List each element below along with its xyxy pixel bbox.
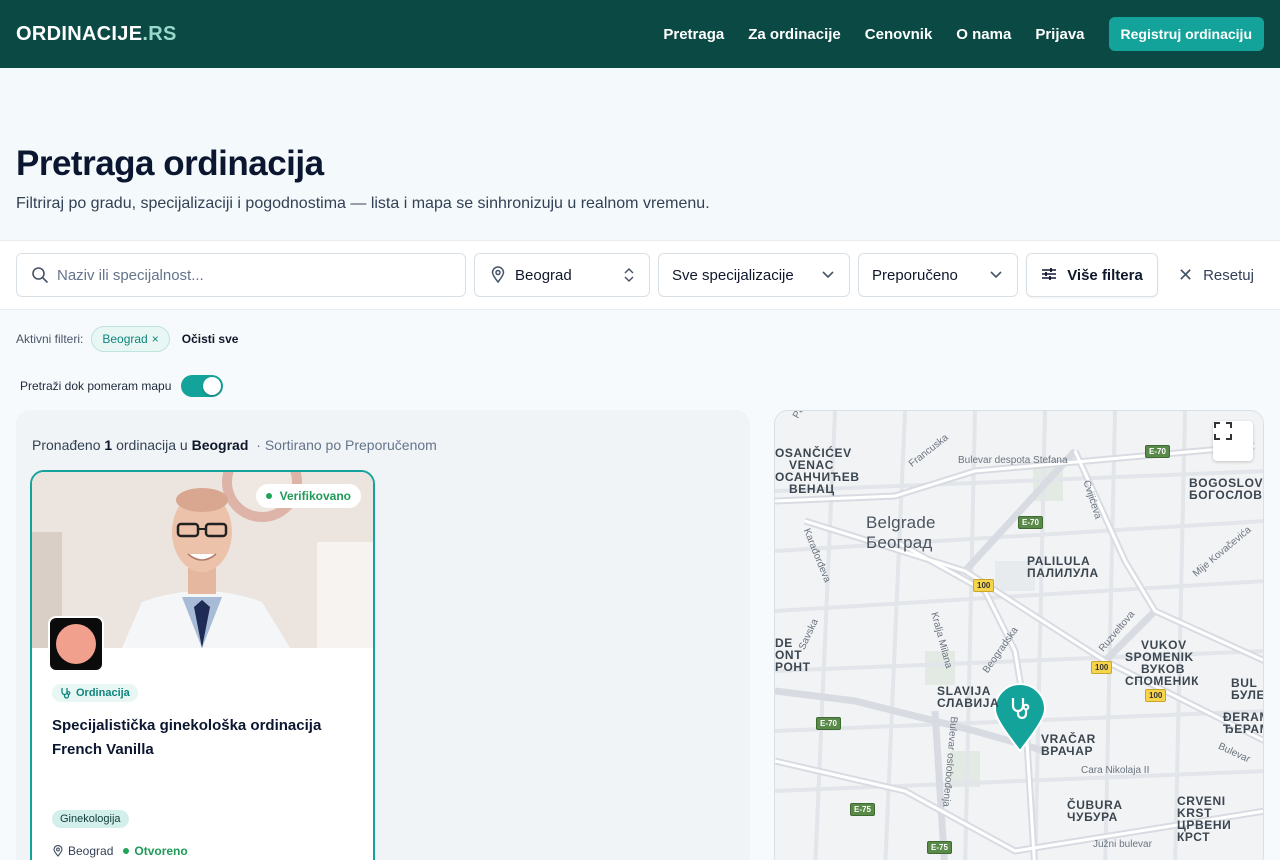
road-shield: E-75 — [927, 841, 952, 854]
clinic-logo — [48, 616, 104, 672]
sort-value: Preporučeno — [872, 266, 958, 284]
road-shield: E-75 — [850, 803, 875, 816]
toggle-knob — [203, 377, 222, 395]
status-dot-icon — [265, 493, 272, 499]
active-filters: Aktivni filteri: Beograd × Očisti sve — [16, 326, 238, 352]
map-label-kosancicev: OSANČIĆEV VENAC ОСАНЧИЋЕВ ВЕНАЦ — [775, 446, 860, 496]
verified-label: Verifikovano — [279, 489, 351, 503]
close-icon: ✕ — [1178, 265, 1194, 285]
map-label-slavija: SLAVIJA СЛАВИЈА — [937, 684, 1000, 710]
search-input[interactable]: Naziv ili specijalnost... — [16, 253, 466, 297]
hero-section: Pretraga ordinacija Filtriraj po gradu, … — [0, 68, 1280, 240]
page-subtitle: Filtriraj po gradu, specijalizaciji i po… — [16, 195, 710, 212]
map-label-bogoslovija: BOGOSLOVIJAБОГОСЛОВИЈ — [1189, 476, 1264, 502]
reset-label: Resetuj — [1203, 267, 1254, 284]
location-pin-icon — [489, 266, 507, 284]
main-nav: Pretraga Za ordinacije Cenovnik O nama P… — [639, 17, 1264, 51]
chip-remove-icon[interactable]: × — [152, 332, 159, 346]
clinic-card[interactable]: Verifikovano Ordinacija Specijalistička … — [30, 470, 375, 860]
road-shield: E-70 — [1018, 516, 1043, 529]
nav-za-ordinacije[interactable]: Za ordinacije — [748, 26, 841, 43]
clinic-logo-image — [56, 624, 96, 664]
more-filters-label: Više filtera — [1067, 266, 1143, 284]
filter-chip-city[interactable]: Beograd × — [91, 326, 170, 352]
stethoscope-icon — [60, 687, 72, 699]
map-label-palilula: PALILULA ПАЛИЛУЛА — [1027, 554, 1099, 580]
road-shield: 100 — [1145, 689, 1167, 702]
city-value: Beograd — [515, 266, 572, 284]
search-placeholder: Naziv ili specijalnost... — [57, 266, 204, 284]
nav-prijava[interactable]: Prijava — [1035, 26, 1084, 43]
clinic-type-tag: Ordinacija — [52, 684, 138, 702]
sliders-icon — [1041, 266, 1059, 284]
map-search-toggle[interactable] — [181, 375, 224, 397]
open-status-label: Otvoreno — [134, 844, 188, 858]
map-search-toggle-label: Pretraži dok pomeram mapu — [20, 379, 172, 393]
open-status: Otvoreno — [123, 844, 188, 858]
pin-icon — [52, 845, 64, 857]
site-logo[interactable]: ORDINACIJE.RS — [16, 23, 177, 46]
clinic-type-label: Ordinacija — [76, 687, 130, 699]
street-nikolaja: Cara Nikolaja II — [1081, 765, 1150, 776]
results-mid: ordinacija u — [116, 437, 188, 453]
page-title: Pretraga ordinacija — [16, 144, 324, 183]
reset-button[interactable]: ✕ Resetuj — [1178, 265, 1254, 286]
chip-label: Beograd — [102, 332, 148, 346]
specialty-tag: Ginekologija — [52, 810, 129, 828]
active-filters-label: Aktivni filteri: — [16, 332, 84, 346]
road-shield: 100 — [1091, 661, 1113, 674]
road-shield: E-70 — [1145, 445, 1170, 458]
clinic-name[interactable]: Specijalistička ginekološka ordinacija F… — [52, 714, 352, 762]
nav-o-nama[interactable]: O nama — [956, 26, 1011, 43]
road-shield: E-70 — [816, 717, 841, 730]
specialization-select[interactable]: Sve specijalizacije — [658, 253, 850, 297]
street-despota: Bulevar despota Stefana — [958, 455, 1068, 466]
map-search-toggle-row: Pretraži dok pomeram mapu — [20, 375, 224, 397]
map-label-belgrade: Belgrade Београд — [866, 513, 936, 552]
filter-bar: Naziv ili specijalnost... Beograd Sve sp… — [0, 240, 1280, 310]
map-label-cubura: ČUBURA ЧУБУРА — [1067, 798, 1123, 824]
results-map[interactable]: OSANČIĆEV VENAC ОСАНЧИЋЕВ ВЕНАЦ Belgrade Бео… — [774, 410, 1264, 860]
clinic-meta: Beograd Otvoreno — [52, 844, 188, 858]
results-number: 1 — [104, 437, 113, 453]
verified-badge: Verifikovano — [255, 484, 361, 508]
map-label-djeram: ĐERAMЂЕРАМ — [1223, 710, 1263, 736]
nav-pretraga[interactable]: Pretraga — [663, 26, 724, 43]
clinic-city: Beograd — [68, 844, 114, 858]
map-label-bulevar: BUL БУЛЕ — [1231, 676, 1264, 702]
results-prefix: Pronađeno — [32, 437, 101, 453]
map-label-crveni-krst: CRVENI KRST ЦРВЕНИ КРСТ — [1177, 794, 1232, 844]
city-select[interactable]: Beograd — [474, 253, 650, 297]
nav-cenovnik[interactable]: Cenovnik — [865, 26, 933, 43]
map-label-vracar: VRAČAR ВРАЧАР — [1041, 732, 1096, 758]
register-clinic-button[interactable]: Registruj ordinaciju — [1108, 17, 1264, 51]
results-count: Pronađeno 1 ordinacija u Beograd · Sorti… — [32, 437, 437, 453]
updown-chevron-icon — [623, 267, 635, 283]
road-shield: 100 — [973, 579, 995, 592]
search-icon — [31, 266, 49, 284]
street-juzni: Južni bulevar — [1093, 839, 1152, 850]
results-panel: Pronađeno 1 ordinacija u Beograd · Sorti… — [16, 410, 750, 860]
fullscreen-button[interactable] — [1213, 421, 1253, 461]
chevron-down-icon — [821, 270, 835, 280]
results-sort-note: · Sortirano po Preporučenom — [256, 437, 437, 453]
chevron-down-icon — [989, 270, 1003, 280]
clear-all-link[interactable]: Očisti sve — [182, 332, 239, 346]
sort-select[interactable]: Preporučeno — [858, 253, 1018, 297]
results-city: Beograd — [191, 437, 249, 453]
map-label-vukov-spomenik: VUKOV SPOMENIK ВУКОВ СПОМЕНИК — [1125, 638, 1200, 688]
open-dot-icon — [123, 848, 130, 854]
more-filters-button[interactable]: Više filtera — [1026, 253, 1158, 297]
specialization-value: Sve specijalizacije — [672, 266, 794, 284]
top-navbar: ORDINACIJE.RS Pretraga Za ordinacije Cen… — [0, 0, 1280, 68]
